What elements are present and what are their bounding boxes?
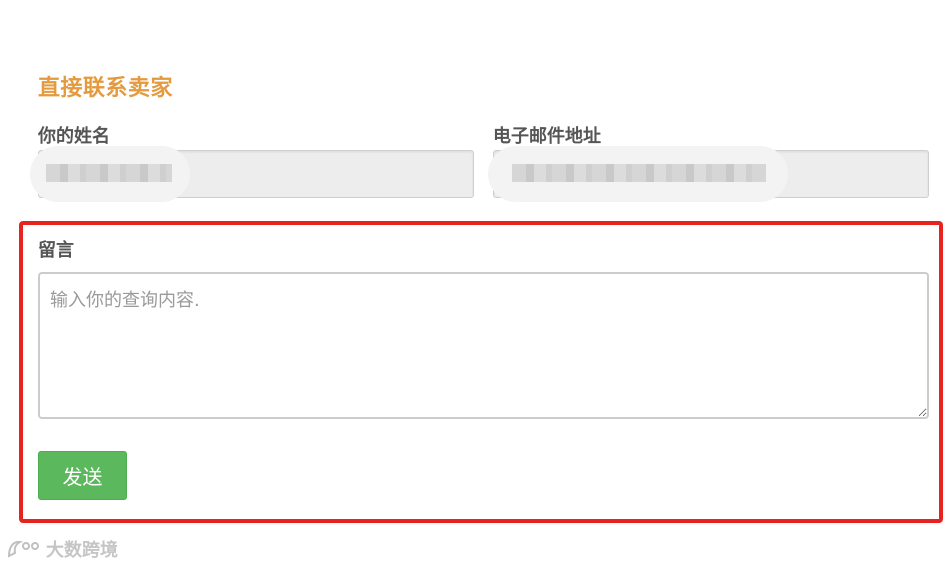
email-label: 电子邮件地址: [493, 126, 601, 147]
watermark-text: 大数跨境: [46, 540, 118, 561]
watermark-logo-icon: [6, 538, 42, 560]
watermark: 大数跨境: [6, 536, 118, 562]
message-textarea[interactable]: [38, 272, 929, 419]
email-input[interactable]: [493, 150, 929, 198]
message-label: 留言: [38, 240, 74, 261]
contact-seller-title: 直接联系卖家: [38, 76, 174, 101]
name-input[interactable]: [38, 150, 474, 198]
name-label: 你的姓名: [38, 126, 110, 147]
send-button[interactable]: 发送: [38, 451, 127, 500]
